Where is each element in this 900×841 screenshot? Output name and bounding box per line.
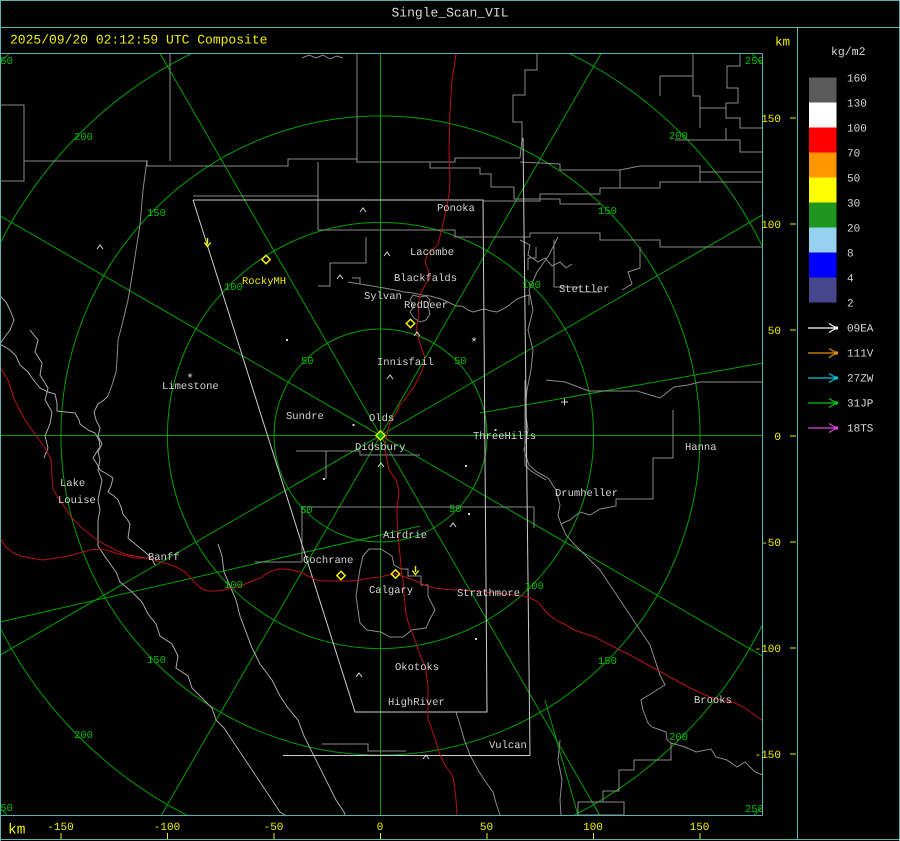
svg-text:250: 250 (745, 804, 764, 816)
svg-text:-150: -150 (47, 822, 73, 834)
svg-text:*: * (186, 372, 194, 387)
svg-text:20: 20 (847, 224, 860, 236)
svg-text:250: 250 (745, 56, 764, 68)
svg-text:Single_Scan_VIL: Single_Scan_VIL (391, 6, 508, 21)
svg-text:50: 50 (301, 356, 314, 368)
svg-text:150: 150 (690, 822, 710, 834)
svg-text:-150: -150 (755, 750, 781, 762)
svg-text:150: 150 (598, 656, 617, 668)
svg-text:50: 50 (454, 356, 467, 368)
svg-text:50: 50 (480, 822, 493, 834)
svg-text:RockyMH: RockyMH (242, 276, 286, 288)
svg-text:ThreeHills: ThreeHills (473, 431, 536, 443)
svg-text:-50: -50 (761, 538, 781, 550)
svg-text:100: 100 (224, 580, 243, 592)
svg-text:200: 200 (669, 732, 688, 744)
svg-text:Sylvan: Sylvan (364, 291, 402, 303)
svg-text:4: 4 (847, 274, 854, 286)
svg-text:Ponoka: Ponoka (437, 203, 475, 215)
svg-text:Airdrie: Airdrie (383, 530, 427, 542)
svg-text:Olds: Olds (369, 413, 394, 425)
svg-text:Sundre: Sundre (286, 411, 324, 423)
svg-text:Cochrane: Cochrane (303, 555, 353, 567)
svg-text:Banff: Banff (148, 552, 180, 564)
svg-text:Okotoks: Okotoks (395, 662, 439, 674)
svg-text:150: 150 (147, 655, 166, 667)
svg-text:0: 0 (774, 432, 781, 444)
svg-text:50: 50 (768, 326, 781, 338)
svg-text:Strathmore: Strathmore (457, 588, 520, 600)
svg-text:50: 50 (300, 505, 313, 517)
svg-text:50: 50 (449, 504, 462, 516)
svg-text:Didsbury: Didsbury (355, 442, 405, 454)
svg-text:09EA: 09EA (847, 324, 874, 336)
svg-text:18TS: 18TS (847, 424, 874, 436)
svg-text:250: 250 (0, 56, 13, 68)
svg-text:Lacombe: Lacombe (410, 247, 454, 259)
svg-text:*: * (470, 336, 478, 351)
svg-text:Blackfalds: Blackfalds (394, 273, 457, 285)
svg-text:Calgary: Calgary (369, 585, 413, 597)
svg-text:-100: -100 (154, 822, 180, 834)
svg-text:130: 130 (847, 99, 867, 111)
svg-text:km: km (775, 36, 790, 50)
svg-text:HighRiver: HighRiver (388, 697, 445, 709)
svg-text:RedDeer: RedDeer (404, 300, 448, 312)
svg-text:70: 70 (847, 149, 860, 161)
svg-text:50: 50 (847, 174, 860, 186)
svg-text:km: km (8, 823, 25, 839)
svg-text:Vulcan: Vulcan (489, 740, 527, 752)
svg-text:-100: -100 (755, 644, 781, 656)
svg-text:150: 150 (147, 208, 166, 220)
svg-text:200: 200 (74, 132, 93, 144)
svg-text:0: 0 (377, 822, 384, 834)
svg-text:kg/m2: kg/m2 (831, 46, 866, 59)
svg-text:100: 100 (224, 282, 243, 294)
svg-text:200: 200 (669, 131, 688, 143)
svg-text:100: 100 (761, 220, 781, 232)
svg-text:200: 200 (74, 730, 93, 742)
svg-text:150: 150 (598, 206, 617, 218)
svg-text:100: 100 (525, 581, 544, 593)
svg-text:27ZW: 27ZW (847, 374, 874, 386)
svg-text:Drumheller: Drumheller (555, 488, 618, 500)
svg-text:Innisfail: Innisfail (377, 357, 434, 369)
svg-text:Stettler: Stettler (559, 284, 609, 296)
svg-text:Hanna: Hanna (685, 442, 717, 454)
svg-text:100: 100 (522, 280, 541, 292)
svg-text:100: 100 (847, 124, 867, 136)
svg-text:30: 30 (847, 199, 860, 211)
svg-text:250: 250 (0, 803, 13, 815)
svg-text:100: 100 (583, 822, 603, 834)
svg-text:Brooks: Brooks (694, 695, 732, 707)
svg-text:111V: 111V (847, 349, 874, 361)
svg-text:160: 160 (847, 74, 867, 86)
svg-text:8: 8 (847, 249, 854, 261)
svg-text:2025/09/20 02:12:59 UTC Compos: 2025/09/20 02:12:59 UTC Composite (10, 33, 267, 48)
svg-text:31JP: 31JP (847, 399, 874, 411)
svg-text:-50: -50 (264, 822, 284, 834)
svg-text:2: 2 (847, 299, 854, 311)
svg-text:150: 150 (761, 114, 781, 126)
svg-text:Lake: Lake (60, 478, 85, 490)
svg-text:Louise: Louise (58, 495, 96, 507)
